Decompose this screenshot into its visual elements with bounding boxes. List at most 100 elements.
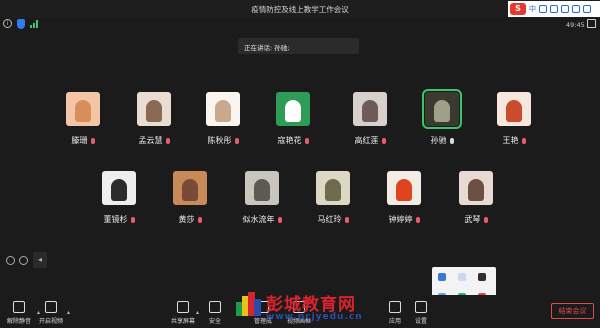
- participant-name-row: 黄莎: [155, 214, 225, 225]
- participant-name-row: 孟云慧: [119, 135, 189, 146]
- ime-mic-icon[interactable]: [561, 5, 569, 13]
- avatar-figure: [111, 179, 127, 201]
- participant-name: 寇艳花: [277, 136, 302, 145]
- mic-muted-icon: [234, 137, 239, 144]
- participant-name-row: 钟婷婷: [369, 214, 439, 225]
- avatar-figure: [254, 179, 270, 201]
- avatar: [387, 171, 421, 205]
- participant-name-row: 陈秋彤: [188, 135, 258, 146]
- ime-menu-icon[interactable]: [583, 5, 591, 13]
- participant-name: 孙驰: [430, 136, 447, 145]
- mic-muted-icon: [197, 216, 202, 223]
- participant-name: 董镜杉: [103, 215, 128, 224]
- tray-app-icon[interactable]: [458, 273, 466, 281]
- participant-name-row: 滕珊: [48, 135, 118, 146]
- avatar: [316, 171, 350, 205]
- participant-tile[interactable]: 高红莲: [335, 92, 405, 146]
- participant-name: 孟云慧: [138, 136, 163, 145]
- avatar-figure: [468, 179, 484, 201]
- participant-tile[interactable]: 黄莎: [155, 171, 225, 225]
- apps-icon: [389, 301, 401, 313]
- chat-icon[interactable]: [6, 256, 15, 265]
- mic-on-icon: [449, 137, 454, 144]
- avatar-figure: [362, 100, 378, 122]
- mic-off-button[interactable]: 解除静音: [2, 301, 36, 325]
- sogou-logo-icon[interactable]: S: [510, 3, 526, 15]
- participant-tile[interactable]: 似水流年: [227, 171, 297, 225]
- ime-keyboard-icon[interactable]: [572, 5, 580, 13]
- mic-muted-icon: [415, 216, 420, 223]
- avatar: [66, 92, 100, 126]
- avatar-figure: [506, 100, 522, 122]
- participant-name-row: 孙驰: [407, 135, 477, 146]
- collapse-arrow-icon[interactable]: ◂: [33, 252, 47, 268]
- tray-app-icon[interactable]: [438, 273, 446, 281]
- shield-icon: [209, 301, 221, 313]
- mic-muted-icon: [130, 216, 135, 223]
- ime-toolbar[interactable]: S 中: [508, 1, 600, 17]
- mic-muted-icon: [277, 216, 282, 223]
- mic-off-icon: [13, 301, 25, 313]
- participant-tile[interactable]: 王艳: [479, 92, 549, 146]
- participant-name: 滕珊: [71, 136, 88, 145]
- participant-name: 黄莎: [178, 215, 195, 224]
- participant-tile[interactable]: 武琴: [441, 171, 511, 225]
- avatar: [102, 171, 136, 205]
- watermark: 彭城教育网 www.pcjyedu.cn: [236, 290, 386, 326]
- ime-mode[interactable]: 中: [529, 4, 536, 14]
- participant-name-row: 似水流年: [227, 214, 297, 225]
- avatar: [459, 171, 493, 205]
- toolbar-button-label: 共享屏幕: [170, 318, 195, 325]
- avatar: [137, 92, 171, 126]
- shield-button[interactable]: 安全: [198, 301, 232, 325]
- participant-tile[interactable]: 董镜杉: [84, 171, 154, 225]
- meeting-timer: 49:45: [566, 21, 585, 29]
- gear-button[interactable]: 设置: [404, 301, 438, 325]
- participant-name: 高红莲: [354, 136, 379, 145]
- title-bar: 疫情防控及线上教学工作会议 S 中: [0, 0, 600, 18]
- mic-muted-icon: [165, 137, 170, 144]
- speaking-banner: 正在讲话: 孙驰;: [238, 38, 359, 54]
- participant-tile[interactable]: 陈秋彤: [188, 92, 258, 146]
- avatar-figure: [75, 100, 91, 122]
- mic-muted-icon: [304, 137, 309, 144]
- info-icon[interactable]: i: [3, 19, 12, 28]
- security-shield-icon[interactable]: [17, 19, 25, 29]
- view-grid-icon[interactable]: [587, 19, 596, 28]
- share-screen-button[interactable]: 共享屏幕: [166, 301, 200, 325]
- avatar: [497, 92, 531, 126]
- end-meeting-button[interactable]: 结束会议: [551, 303, 594, 319]
- avatar-figure: [215, 100, 231, 122]
- ime-emoji-icon[interactable]: [550, 5, 558, 13]
- toolbar-button-label: 解除静音: [6, 318, 31, 325]
- avatar: [206, 92, 240, 126]
- toolbar-button-label: 设置: [414, 318, 427, 325]
- share-options-chevron-icon[interactable]: ▴: [196, 309, 199, 316]
- toolbar-button-label: 开启视频: [38, 318, 63, 325]
- participant-tile[interactable]: 孙驰: [407, 89, 477, 146]
- participant-name: 王艳: [502, 136, 519, 145]
- avatar-figure: [182, 179, 198, 201]
- mic-muted-icon: [344, 216, 349, 223]
- participant-tile[interactable]: 孟云慧: [119, 92, 189, 146]
- audio-options-chevron-icon[interactable]: ▴: [37, 309, 40, 316]
- network-signal-icon[interactable]: [30, 20, 38, 28]
- avatar: [276, 92, 310, 126]
- participant-name: 武琴: [464, 215, 481, 224]
- participant-tile[interactable]: 钟婷婷: [369, 171, 439, 225]
- participant-name: 陈秋彤: [207, 136, 232, 145]
- participant-tile[interactable]: 寇艳花: [258, 92, 328, 146]
- participant-tile[interactable]: 滕珊: [48, 92, 118, 146]
- avatar: [245, 171, 279, 205]
- avatar-figure: [146, 100, 162, 122]
- mic-muted-icon: [90, 137, 95, 144]
- participant-name-row: 寇艳花: [258, 135, 328, 146]
- ime-punct-icon[interactable]: [539, 5, 547, 13]
- participant-name-row: 武琴: [441, 214, 511, 225]
- reaction-icon[interactable]: [19, 256, 28, 265]
- mic-muted-icon: [381, 137, 386, 144]
- mic-muted-icon: [483, 216, 488, 223]
- tray-app-icon[interactable]: [478, 273, 486, 281]
- video-options-chevron-icon[interactable]: ▴: [67, 309, 70, 316]
- participant-tile[interactable]: 马红玲: [298, 171, 368, 225]
